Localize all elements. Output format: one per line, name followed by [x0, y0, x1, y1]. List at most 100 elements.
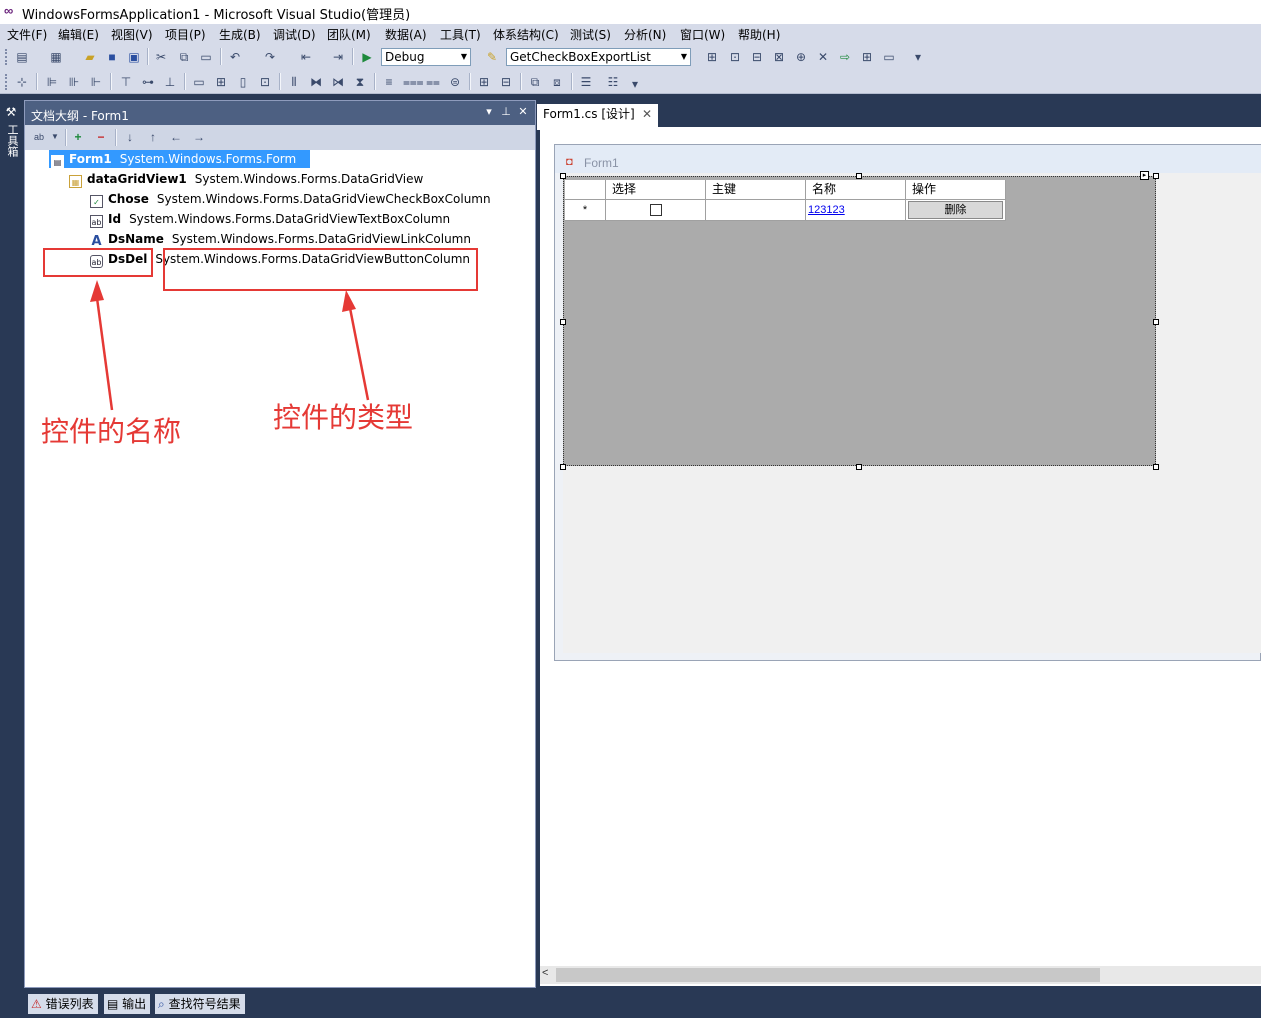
align-tops-icon[interactable]: ⊤ — [118, 74, 134, 90]
object-browser-icon[interactable]: ⊟ — [749, 49, 765, 65]
menu-build[interactable]: 生成(B) — [219, 26, 261, 43]
menu-tools[interactable]: 工具(T) — [440, 26, 481, 43]
remove-horizontal-spacing-icon[interactable]: ⧗ — [352, 74, 368, 90]
navigate-backward-icon[interactable]: ⇤ — [298, 49, 314, 65]
close-icon[interactable]: ✕ — [516, 105, 530, 119]
move-down-icon[interactable]: ↓ — [122, 129, 138, 145]
remove-vertical-spacing-icon[interactable]: ⊜ — [447, 74, 463, 90]
smart-tag-icon[interactable]: ▸ — [1140, 171, 1149, 180]
window-position-icon[interactable]: ▾ — [482, 105, 496, 119]
move-out-icon[interactable]: ← — [168, 129, 184, 145]
menu-view[interactable]: 视图(V) — [111, 26, 153, 43]
toolbar-options-icon[interactable]: ▾ — [627, 76, 643, 92]
menu-edit[interactable]: 编辑(E) — [58, 26, 99, 43]
new-row-dsname-cell[interactable]: 123123 — [806, 200, 906, 221]
chevron-down-icon[interactable]: ▼ — [458, 49, 470, 65]
command-window-icon[interactable]: ⊞ — [859, 49, 875, 65]
open-folder-icon[interactable]: ▰ — [82, 49, 98, 65]
solution-explorer-icon[interactable]: ⊞ — [704, 49, 720, 65]
lock-controls-icon[interactable]: ☷ — [605, 74, 621, 90]
column-header-dsname[interactable]: 名称 — [806, 180, 906, 200]
start-debugging-icon[interactable]: ▶ — [359, 49, 375, 65]
row-link[interactable]: 123123 — [808, 204, 845, 216]
scrollbar-thumb[interactable] — [556, 968, 1100, 982]
new-project-icon[interactable]: ▤ — [14, 49, 30, 65]
align-middles-icon[interactable]: ⊶ — [140, 74, 156, 90]
horizontal-scrollbar[interactable]: < — [540, 966, 1261, 984]
row-checkbox[interactable] — [650, 204, 662, 216]
center-vertically-icon[interactable]: ⊟ — [498, 74, 514, 90]
solution-configuration-select[interactable]: Debug ▼ — [381, 48, 471, 66]
increase-horizontal-spacing-icon[interactable]: ⧓ — [308, 74, 324, 90]
paste-icon[interactable]: ▭ — [198, 49, 214, 65]
tree-node-chose[interactable]: ✓ Chose System.Windows.Forms.DataGridViewC… — [90, 190, 491, 208]
tab-find-symbol-results[interactable]: ⌕ 查找符号结果 — [155, 994, 245, 1014]
menu-team[interactable]: 团队(M) — [327, 26, 371, 43]
expand-all-icon[interactable]: + — [70, 129, 86, 145]
class-view-icon[interactable]: ⊕ — [793, 49, 809, 65]
tree-node-id[interactable]: ab Id System.Windows.Forms.DataGridViewTex… — [90, 210, 450, 228]
find-combo[interactable]: GetCheckBoxExportList ▼ — [506, 48, 691, 66]
toolbar-options-icon[interactable]: ▾ — [910, 49, 926, 65]
find-in-files-icon[interactable]: ✎ — [484, 49, 500, 65]
resize-handle[interactable] — [560, 173, 566, 179]
start-page-icon[interactable]: ⇨ — [837, 49, 853, 65]
navigate-forward-icon[interactable]: ⇥ — [330, 49, 346, 65]
tab-error-list[interactable]: ⚠ 错误列表 — [28, 994, 98, 1014]
cut-icon[interactable]: ✂ — [153, 49, 169, 65]
align-centers-icon[interactable]: ⊪ — [66, 74, 82, 90]
resize-handle[interactable] — [856, 464, 862, 470]
size-to-grid-icon[interactable]: ⊞ — [213, 74, 229, 90]
scroll-left-icon[interactable]: < — [542, 967, 548, 979]
toolbar-grip[interactable] — [5, 49, 10, 65]
save-all-icon[interactable]: ▣ — [126, 49, 142, 65]
toolbox-tab[interactable]: 工具箱 — [4, 124, 19, 157]
tab-order-icon[interactable]: ☰ — [578, 74, 594, 90]
menu-file[interactable]: 文件(F) — [7, 26, 47, 43]
menu-architecture[interactable]: 体系结构(C) — [493, 26, 559, 43]
resize-handle[interactable] — [1153, 464, 1159, 470]
toolbar-grip[interactable] — [5, 74, 10, 90]
new-row-chose-cell[interactable] — [606, 200, 706, 221]
collapse-all-icon[interactable]: − — [93, 129, 109, 145]
chevron-down-icon[interactable]: ▼ — [47, 129, 63, 145]
align-rights-icon[interactable]: ⊩ — [88, 74, 104, 90]
output-window-icon[interactable]: ▭ — [881, 49, 897, 65]
copy-icon[interactable]: ⧉ — [176, 49, 192, 65]
align-bottoms-icon[interactable]: ⊥ — [162, 74, 178, 90]
resize-handle[interactable] — [1153, 319, 1159, 325]
column-header-id[interactable]: 主键 — [706, 180, 806, 200]
menu-test[interactable]: 测试(S) — [570, 26, 611, 43]
tab-output[interactable]: ▤ 输出 — [104, 994, 151, 1014]
decrease-horizontal-spacing-icon[interactable]: ⧒ — [330, 74, 346, 90]
menu-analyze[interactable]: 分析(N) — [624, 26, 666, 43]
column-header-dsdel[interactable]: 操作 — [906, 180, 1006, 200]
resize-handle[interactable] — [856, 173, 862, 179]
view-mode-icon[interactable]: ab — [31, 129, 47, 145]
menu-window[interactable]: 窗口(W) — [680, 26, 725, 43]
toolbox-wrench-icon[interactable]: ⚒ — [3, 104, 19, 120]
align-to-grid-icon[interactable]: ⊹ — [14, 74, 30, 90]
tab-form1-design[interactable]: Form1.cs [设计] ✕ — [537, 104, 658, 127]
extension-manager-icon[interactable]: ✕ — [815, 49, 831, 65]
resize-handle[interactable] — [560, 464, 566, 470]
resize-handle[interactable] — [560, 319, 566, 325]
delete-button[interactable]: 删除 — [908, 201, 1003, 219]
column-header-chose[interactable]: 选择 — [606, 180, 706, 200]
menu-help[interactable]: 帮助(H) — [738, 26, 780, 43]
tree-node-datagridview1[interactable]: ▦ dataGridView1 System.Windows.Forms.DataG… — [69, 170, 423, 188]
close-icon[interactable]: ✕ — [642, 104, 652, 125]
undo-icon[interactable]: ↶ — [227, 49, 243, 65]
align-lefts-icon[interactable]: ⊫ — [44, 74, 60, 90]
make-same-height-icon[interactable]: ▯ — [235, 74, 251, 90]
datagridview[interactable]: 选择 主键 名称 操作 * 123123 删除 ▸ — [563, 171, 1156, 466]
new-row-id-cell[interactable] — [706, 200, 806, 221]
move-up-icon[interactable]: ↑ — [145, 129, 161, 145]
send-to-back-icon[interactable]: ⧈ — [549, 74, 565, 90]
add-item-icon[interactable]: ▦ — [48, 49, 64, 65]
bring-to-front-icon[interactable]: ⧉ — [527, 74, 543, 90]
pin-icon[interactable]: ⊥ — [499, 105, 513, 119]
horizontal-spacing-equal-icon[interactable]: ⫴ — [286, 74, 302, 90]
tree-node-form1[interactable]: ▤ Form1 System.Windows.Forms.Form — [49, 150, 311, 168]
toolbox-icon[interactable]: ⊠ — [771, 49, 787, 65]
